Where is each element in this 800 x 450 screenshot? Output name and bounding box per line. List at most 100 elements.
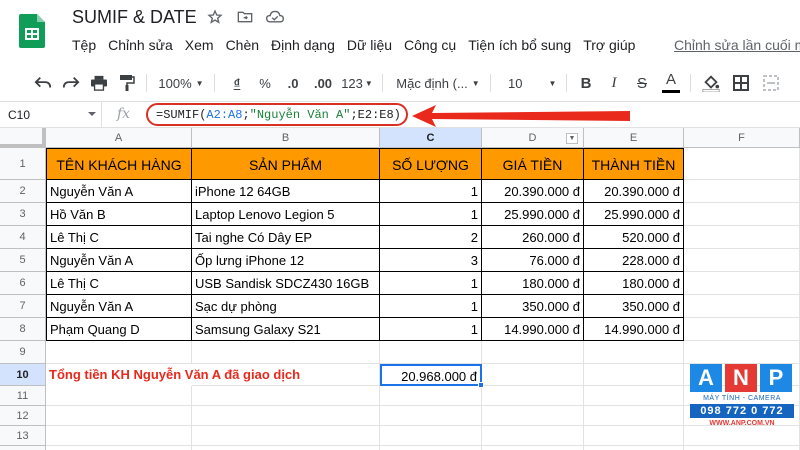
font-family-select[interactable]: Mặc định (... ▼ (392, 72, 484, 94)
grid-cell[interactable] (192, 406, 380, 426)
table-cell[interactable]: 14.990.000 đ (482, 318, 584, 341)
column-header-a[interactable]: A (46, 128, 192, 148)
decrease-decimal-button[interactable]: .0 (282, 72, 304, 94)
name-box[interactable]: C10 (0, 102, 102, 127)
grid-cell[interactable] (684, 318, 800, 341)
summary-value-cell[interactable]: 20.968.000 đ (380, 364, 482, 386)
grid-cell[interactable] (684, 341, 800, 364)
grid-cell[interactable] (684, 295, 800, 318)
grid-cell[interactable] (684, 272, 800, 295)
grid-cell[interactable] (482, 386, 584, 406)
menu-tools[interactable]: Công cụ (404, 37, 456, 53)
format-percent-button[interactable]: % (256, 72, 274, 94)
row-header-1[interactable]: 1 (0, 148, 46, 180)
column-header-c[interactable]: C (380, 128, 482, 148)
menu-file[interactable]: Tệp (72, 37, 96, 53)
grid-cell[interactable] (46, 426, 192, 446)
row-header-3[interactable]: 3 (0, 203, 46, 226)
grid-cell[interactable] (684, 426, 800, 446)
row-header-9[interactable]: 9 (0, 341, 46, 364)
formula-input[interactable]: =SUMIF(A2:A8;"Nguyễn Văn A";E2:E8) (146, 103, 408, 126)
row-header-5[interactable]: 5 (0, 249, 46, 272)
strikethrough-button[interactable]: S (632, 72, 652, 94)
merge-cells-icon[interactable] (760, 72, 782, 94)
summary-label-cell[interactable]: Tổng tiền KH Nguyễn Văn A đã giao dịch (46, 364, 376, 386)
table-cell[interactable]: 228.000 đ (584, 249, 684, 272)
star-icon[interactable] (206, 8, 224, 26)
table-cell[interactable]: 3 (380, 249, 482, 272)
grid-cell[interactable] (380, 446, 482, 450)
table-cell[interactable]: 1 (380, 295, 482, 318)
bold-button[interactable]: B (576, 72, 596, 94)
row-header-2[interactable]: 2 (0, 180, 46, 203)
table-header-cell[interactable]: SẢN PHẨM (192, 148, 380, 180)
table-cell[interactable]: 350.000 đ (482, 295, 584, 318)
table-cell[interactable]: USB Sandisk SDCZ430 16GB (192, 272, 380, 295)
text-color-button[interactable]: A (660, 72, 682, 94)
table-cell[interactable]: Tai nghe Có Dây EP (192, 226, 380, 249)
grid-cell[interactable] (482, 341, 584, 364)
row-header-11[interactable]: 11 (0, 386, 46, 406)
grid-cell[interactable] (684, 203, 800, 226)
table-cell[interactable]: iPhone 12 64GB (192, 180, 380, 203)
menu-edit[interactable]: Chỉnh sửa (108, 37, 173, 53)
table-cell[interactable]: 20.390.000 đ (584, 180, 684, 203)
borders-icon[interactable] (730, 72, 752, 94)
table-cell[interactable]: Phạm Quang D (46, 318, 192, 341)
select-all-corner[interactable] (0, 128, 46, 148)
grid-cell[interactable] (684, 249, 800, 272)
table-cell[interactable]: 1 (380, 272, 482, 295)
table-cell[interactable]: 180.000 đ (482, 272, 584, 295)
grid-cell[interactable] (584, 341, 684, 364)
table-cell[interactable]: 14.990.000 đ (584, 318, 684, 341)
menu-format[interactable]: Định dạng (271, 37, 335, 53)
row-header-13[interactable]: 13 (0, 426, 46, 446)
table-cell[interactable]: 2 (380, 226, 482, 249)
row-header-14[interactable]: 14 (0, 446, 46, 450)
grid-cell[interactable] (584, 406, 684, 426)
grid-cell[interactable] (46, 446, 192, 450)
grid-cell[interactable] (684, 180, 800, 203)
row-header-4[interactable]: 4 (0, 226, 46, 249)
column-header-b[interactable]: B (192, 128, 380, 148)
table-cell[interactable]: 76.000 đ (482, 249, 584, 272)
grid-cell[interactable] (684, 148, 800, 180)
table-header-cell[interactable]: GIÁ TIỀN (482, 148, 584, 180)
grid-cell[interactable] (192, 426, 380, 446)
grid-cell[interactable] (684, 446, 800, 450)
table-cell[interactable]: Ốp lưng iPhone 12 (192, 249, 380, 272)
cloud-status-icon[interactable] (266, 8, 284, 26)
menu-help[interactable]: Trợ giúp (583, 37, 635, 53)
table-cell[interactable]: Nguyễn Văn A (46, 180, 192, 203)
format-currency-button[interactable]: ₫ (228, 72, 246, 94)
table-cell[interactable]: Lê Thị C (46, 226, 192, 249)
grid-cell[interactable] (584, 386, 684, 406)
table-cell[interactable]: 20.390.000 đ (482, 180, 584, 203)
table-cell[interactable]: Sạc dự phòng (192, 295, 380, 318)
grid-cell[interactable] (584, 426, 684, 446)
menu-insert[interactable]: Chèn (226, 37, 259, 53)
italic-button[interactable]: I (604, 72, 624, 94)
table-cell[interactable]: 1 (380, 203, 482, 226)
grid-cell[interactable] (684, 226, 800, 249)
fill-handle[interactable] (478, 382, 484, 388)
row-header-6[interactable]: 6 (0, 272, 46, 295)
menu-addons[interactable]: Tiện ích bổ sung (468, 37, 571, 53)
font-size-select[interactable]: 10 ▼ (500, 72, 558, 94)
table-cell[interactable]: Hồ Văn B (46, 203, 192, 226)
grid-cell[interactable] (192, 386, 380, 406)
grid-cell[interactable] (380, 426, 482, 446)
table-cell[interactable]: Laptop Lenovo Legion 5 (192, 203, 380, 226)
menu-data[interactable]: Dữ liệu (347, 37, 392, 53)
row-header-12[interactable]: 12 (0, 406, 46, 426)
grid-cell[interactable] (482, 446, 584, 450)
print-icon[interactable] (88, 72, 110, 94)
row-header-7[interactable]: 7 (0, 295, 46, 318)
table-header-cell[interactable]: THÀNH TIỀN (584, 148, 684, 180)
undo-icon[interactable] (32, 72, 54, 94)
grid-cell[interactable] (482, 406, 584, 426)
column-header-f[interactable]: F (684, 128, 800, 148)
table-cell[interactable]: Nguyễn Văn A (46, 295, 192, 318)
grid-cell[interactable] (46, 386, 192, 406)
table-cell[interactable]: Samsung Galaxy S21 (192, 318, 380, 341)
